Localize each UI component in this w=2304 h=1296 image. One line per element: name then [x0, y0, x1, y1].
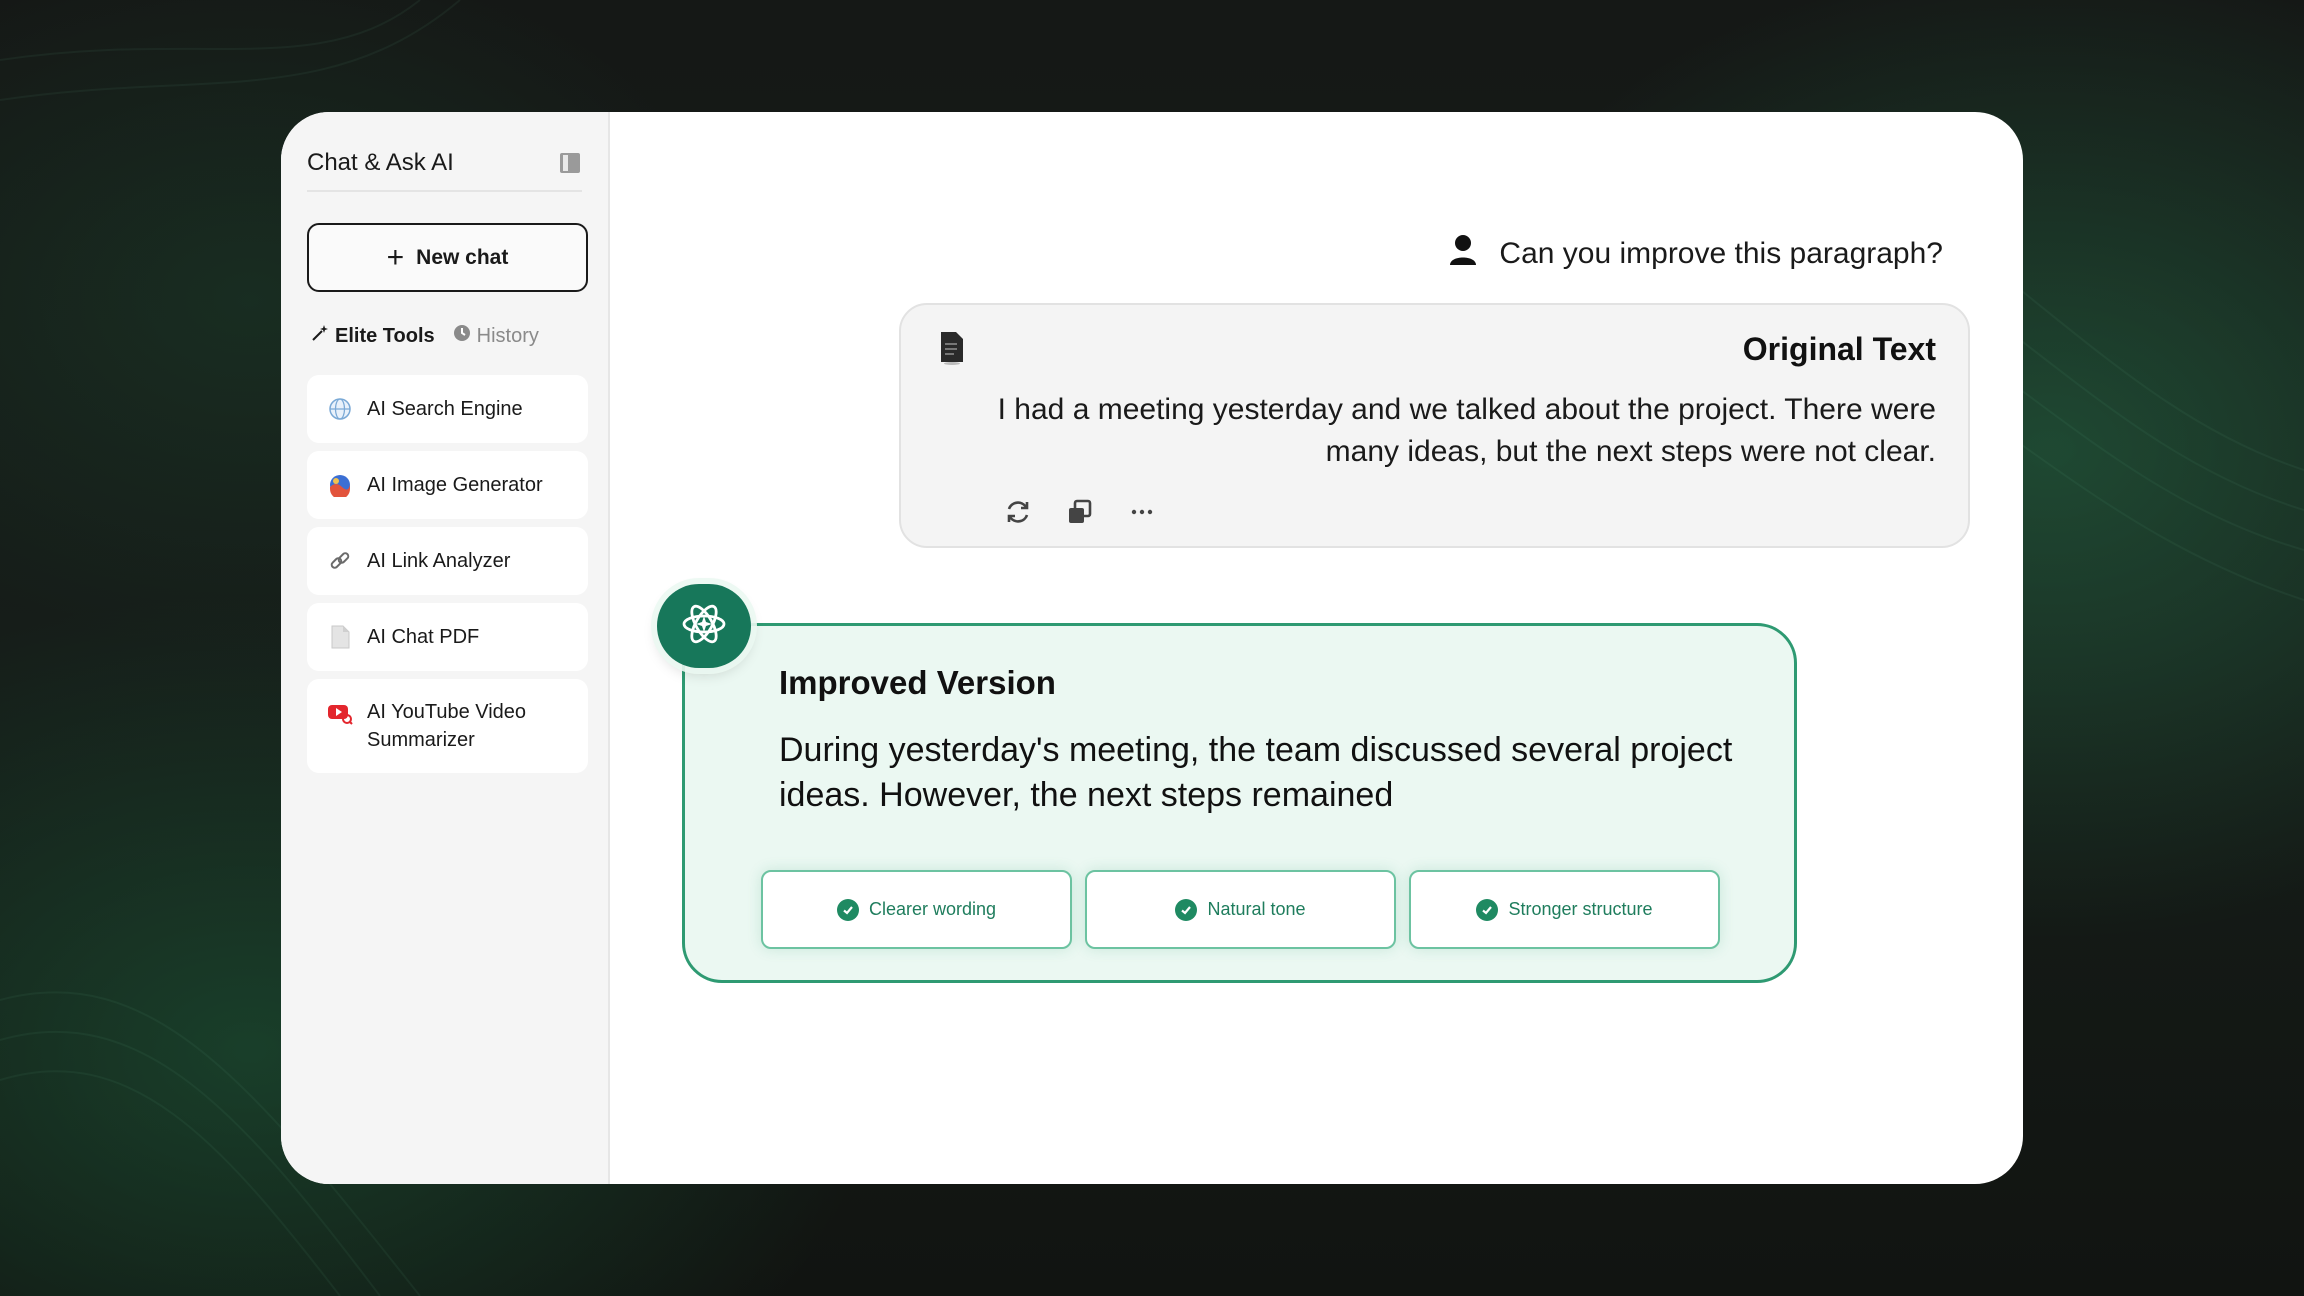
tool-ai-chat-pdf[interactable]: AI Chat PDF [307, 603, 588, 671]
tool-label: AI Chat PDF [367, 625, 480, 648]
document-icon [327, 624, 353, 650]
new-chat-button[interactable]: + New chat [307, 223, 588, 292]
tab-elite-tools-label: Elite Tools [335, 324, 435, 347]
globe-icon [327, 396, 353, 422]
original-text-title: Original Text [1742, 331, 1936, 367]
improved-version-card: Improved Version During yesterday's meet… [682, 623, 1797, 983]
tab-history[interactable]: History [453, 324, 539, 348]
regenerate-icon[interactable] [1003, 497, 1033, 527]
copy-icon[interactable] [1065, 497, 1095, 527]
tool-label: AI YouTube Video Summarizer [367, 701, 527, 751]
tab-history-label: History [476, 324, 539, 347]
tools-list: AI Search Engine AI Image Generator AI L… [307, 375, 588, 781]
more-icon[interactable] [1127, 497, 1157, 527]
tool-ai-youtube-summarizer[interactable]: AI YouTube Video Summarizer [307, 679, 588, 773]
tool-label: AI Image Generator [367, 473, 543, 496]
user-message-text: Can you improve this paragraph? [1499, 237, 1943, 270]
chip-stronger-structure[interactable]: Stronger structure [1409, 870, 1720, 949]
user-avatar-icon [1449, 234, 1477, 274]
sidebar-toggle-icon[interactable] [558, 151, 582, 175]
tool-label: AI Link Analyzer [367, 549, 511, 572]
ai-assistant-avatar [657, 584, 751, 668]
clock-icon [453, 324, 471, 348]
chip-label: Stronger structure [1508, 899, 1653, 919]
plus-icon: + [386, 240, 405, 274]
chip-label: Clearer wording [868, 899, 997, 919]
original-text-body: I had a meeting yesterday and we talked … [997, 393, 1936, 468]
chat-area: Can you improve this paragraph? Original… [610, 112, 2023, 1184]
chip-label: Natural tone [1207, 899, 1306, 919]
check-circle-icon [836, 898, 859, 921]
original-text-card: Original Text I had a meeting yesterday … [899, 303, 1970, 548]
improved-version-body: During yesterday's meeting, the team dis… [779, 731, 1733, 814]
tool-ai-image-generator[interactable]: AI Image Generator [307, 451, 588, 519]
check-circle-icon [1476, 898, 1499, 921]
user-message: Can you improve this paragraph? [1449, 234, 1943, 274]
link-icon [327, 548, 353, 574]
tool-ai-link-analyzer[interactable]: AI Link Analyzer [307, 527, 588, 595]
new-chat-label: New chat [416, 245, 509, 269]
tool-label: AI Search Engine [367, 397, 523, 420]
app-window: Chat & Ask AI + New chat Elite Tools His… [281, 112, 2023, 1184]
tool-ai-search-engine[interactable]: AI Search Engine [307, 375, 588, 443]
improvement-chips: Clearer wording Natural tone Stronger st… [761, 870, 1720, 949]
document-icon [939, 331, 965, 370]
tab-elite-tools[interactable]: Elite Tools [311, 324, 435, 348]
sidebar-tabs: Elite Tools History [311, 324, 539, 348]
improved-version-title: Improved Version [779, 664, 1056, 701]
image-generator-icon [327, 472, 353, 498]
app-title: Chat & Ask AI [307, 149, 454, 176]
chip-natural-tone[interactable]: Natural tone [1085, 870, 1396, 949]
ai-logo-icon [678, 598, 730, 655]
check-circle-icon [1175, 898, 1198, 921]
sidebar: Chat & Ask AI + New chat Elite Tools His… [281, 112, 610, 1184]
chip-clearer-wording[interactable]: Clearer wording [761, 870, 1072, 949]
youtube-icon [327, 701, 353, 727]
sidebar-header: Chat & Ask AI [307, 142, 582, 192]
magic-wand-icon [311, 324, 329, 348]
message-actions [1003, 497, 1157, 527]
